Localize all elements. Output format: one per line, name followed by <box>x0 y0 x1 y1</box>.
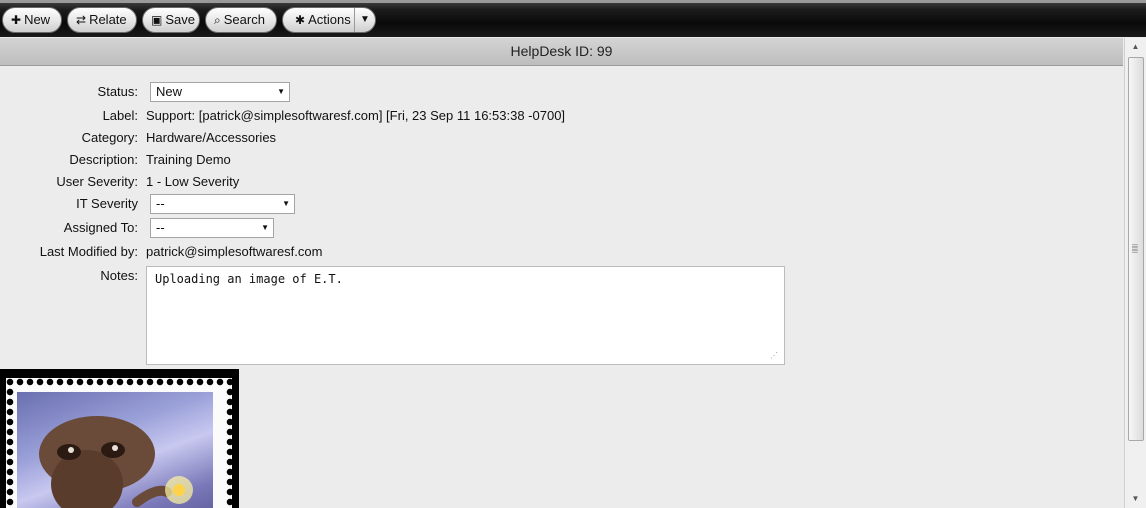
chevron-down-icon: ▼ <box>261 223 269 232</box>
notes-text: Uploading an image of E.T. <box>155 272 343 286</box>
category-label: Category: <box>81 130 138 145</box>
toolbar: ✚ New ⇄ Relate ▣ Save ⌕ Search ✱ Actions ▼ <box>0 0 1146 37</box>
stamp-border <box>6 378 232 508</box>
search-button[interactable]: ⌕ Search <box>205 7 277 33</box>
new-button[interactable]: ✚ New <box>2 7 62 33</box>
it-severity-select[interactable]: -- ▼ <box>150 194 295 214</box>
scrollbar-thumb[interactable]: ═ ═ ═ <box>1128 57 1144 441</box>
last-modified-label: Last Modified by: <box>39 244 138 259</box>
attached-image <box>0 369 239 508</box>
gear-icon: ✱ <box>295 13 306 27</box>
it-severity-value: -- <box>156 196 165 211</box>
chevron-down-icon: ▼ <box>282 199 290 208</box>
scroll-up-icon[interactable]: ▲ <box>1125 38 1146 56</box>
resize-grip-icon[interactable]: ⋰ <box>770 351 778 360</box>
label-label: Label: <box>102 108 138 123</box>
save-button-label: Save <box>165 12 195 27</box>
scrollbar-grip-icon: ═ ═ ═ <box>1132 241 1138 256</box>
relate-button-label: Relate <box>89 12 127 27</box>
status-select[interactable]: New ▼ <box>150 82 290 102</box>
actions-button-label: Actions <box>308 12 351 27</box>
notes-label: Notes: <box>100 268 138 283</box>
relate-button[interactable]: ⇄ Relate <box>67 7 137 33</box>
category-value: Hardware/Accessories <box>146 130 277 145</box>
last-modified-value: patrick@simplesoftwaresf.com <box>146 244 323 259</box>
et-figure <box>39 416 193 508</box>
actions-dropdown-icon[interactable]: ▼ <box>354 8 375 32</box>
search-button-label: Search <box>223 12 265 27</box>
label-value: Support: [patrick@simplesoftwaresf.com] … <box>146 108 566 123</box>
floppy-icon: ▣ <box>151 13 163 27</box>
description-label: Description: <box>69 152 138 167</box>
actions-button[interactable]: ✱ Actions ▼ <box>282 7 376 33</box>
new-button-label: New <box>24 12 51 27</box>
page-title: HelpDesk ID: 99 <box>0 38 1123 66</box>
user-severity-label: User Severity: <box>56 174 138 189</box>
status-label: Status: <box>97 84 138 99</box>
user-severity-value: 1 - Low Severity <box>146 174 240 189</box>
chevron-down-icon: ▼ <box>277 87 285 96</box>
vertical-scrollbar[interactable]: ▲ ═ ═ ═ ▼ <box>1124 38 1146 508</box>
status-value: New <box>156 84 183 99</box>
notes-textarea[interactable]: Uploading an image of E.T. ⋰ <box>146 266 785 365</box>
save-button[interactable]: ▣ Save <box>142 7 200 33</box>
assigned-to-label: Assigned To: <box>63 220 138 235</box>
plus-icon: ✚ <box>11 13 22 27</box>
description-value: Training Demo <box>146 152 231 167</box>
it-severity-label: IT Severity <box>76 196 138 211</box>
scroll-down-icon[interactable]: ▼ <box>1125 490 1146 508</box>
assigned-to-value: -- <box>156 220 165 235</box>
assigned-to-select[interactable]: -- ▼ <box>150 218 274 238</box>
relate-arrows-icon: ⇄ <box>76 13 87 27</box>
magnifier-icon: ⌕ <box>214 13 221 27</box>
stamp-artwork <box>17 392 213 508</box>
